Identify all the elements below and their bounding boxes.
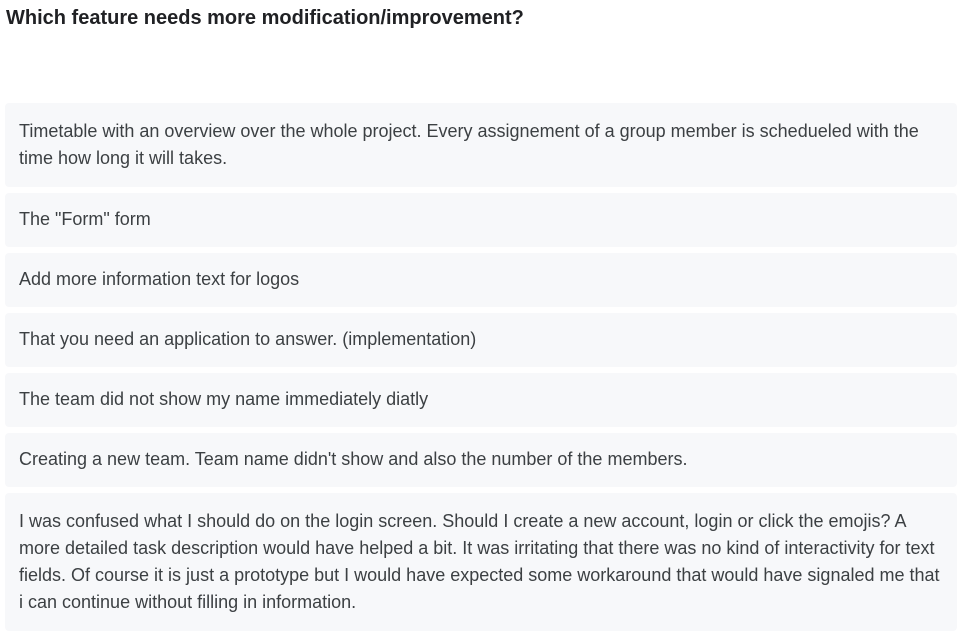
response-item: I was confused what I should do on the l… [5, 493, 957, 631]
response-item: The "Form" form [5, 193, 957, 247]
response-item: Add more information text for logos [5, 253, 957, 307]
response-item: Timetable with an overview over the whol… [5, 103, 957, 187]
response-list: Timetable with an overview over the whol… [5, 103, 957, 631]
response-item: Creating a new team. Team name didn't sh… [5, 433, 957, 487]
response-item: The team did not show my name immediatel… [5, 373, 957, 427]
question-title: Which feature needs more modification/im… [6, 7, 524, 29]
response-item: That you need an application to answer. … [5, 313, 957, 367]
